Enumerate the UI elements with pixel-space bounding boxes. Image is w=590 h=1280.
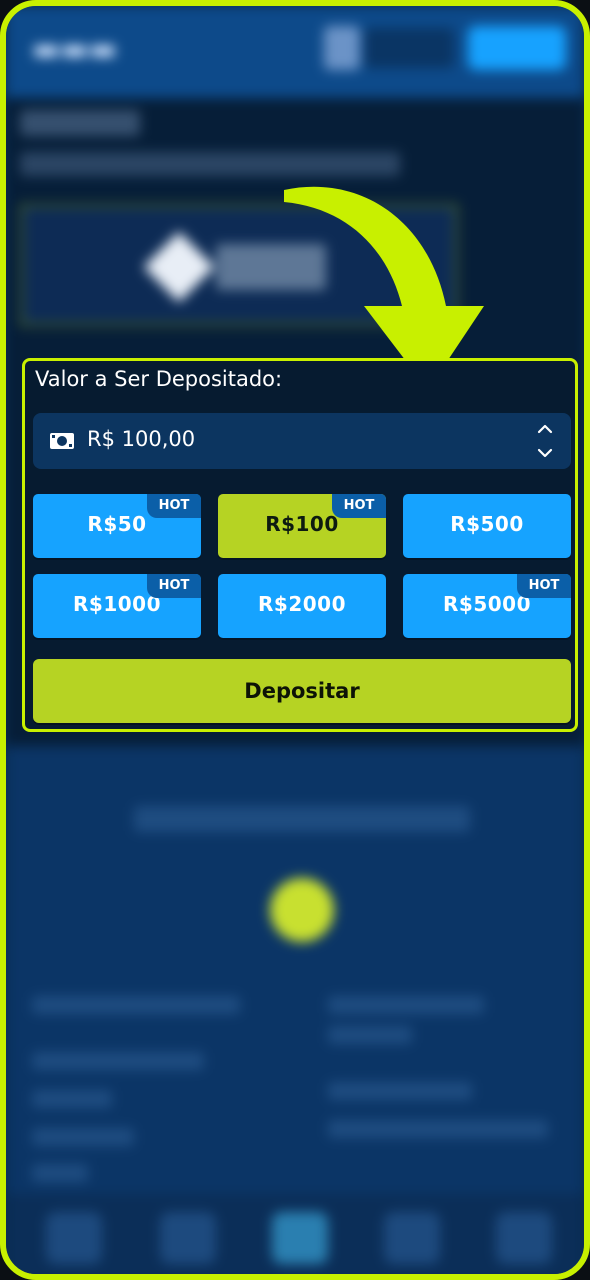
nav-item [272,1212,328,1264]
amount-input[interactable]: R$ 100,00 [33,413,571,469]
preset-label: R$500 [450,512,524,536]
info-line [134,806,470,832]
nav-item [46,1212,102,1264]
footer-heading-left [32,996,240,1014]
preset-amount-1000[interactable]: R$1000 HOT [33,574,201,638]
brand-logo: ▬▬▬ [32,32,118,67]
footer-link [328,1082,472,1100]
preset-amount-5000[interactable]: R$5000 HOT [403,574,571,638]
preset-amount-500[interactable]: R$500 [403,494,571,558]
footer-link [32,1090,112,1108]
hot-badge: HOT [147,494,201,518]
footer-link [32,1052,204,1070]
hot-badge: HOT [332,494,386,518]
balance-pill [364,28,454,68]
deposit-panel: Valor a Ser Depositado: R$ 100,00 R$50 H… [22,358,578,732]
page-subtitle [20,152,400,176]
preset-label: R$2000 [258,592,346,616]
deposit-button[interactable]: Depositar [33,659,571,723]
money-bill-icon [50,433,74,449]
preset-amount-100[interactable]: R$100 HOT [218,494,386,558]
preset-amount-50[interactable]: R$50 HOT [33,494,201,558]
footer-heading-right [328,996,484,1014]
avatar [324,26,360,70]
footer-link [328,1120,548,1138]
amount-label: Valor a Ser Depositado: [35,367,283,391]
amount-value: R$ 100,00 [87,427,196,451]
nav-item [384,1212,440,1264]
phone-frame: ▬▬▬ Valor a Ser Depositado: R$ 100,00 R$… [0,0,590,1280]
preset-amount-2000[interactable]: R$2000 [218,574,386,638]
footer-link [32,1164,88,1182]
hot-badge: HOT [517,574,571,598]
hot-badge: HOT [147,574,201,598]
nav-item [160,1212,216,1264]
chevron-down-icon[interactable] [537,445,553,461]
chevron-up-icon[interactable] [537,421,553,437]
support-button [270,878,334,942]
header-button [468,26,566,70]
nav-item [496,1212,552,1264]
footer-link [32,1128,134,1146]
footer-heading-right-2 [328,1026,412,1044]
amount-stepper[interactable] [533,419,557,463]
page-title [20,110,140,136]
